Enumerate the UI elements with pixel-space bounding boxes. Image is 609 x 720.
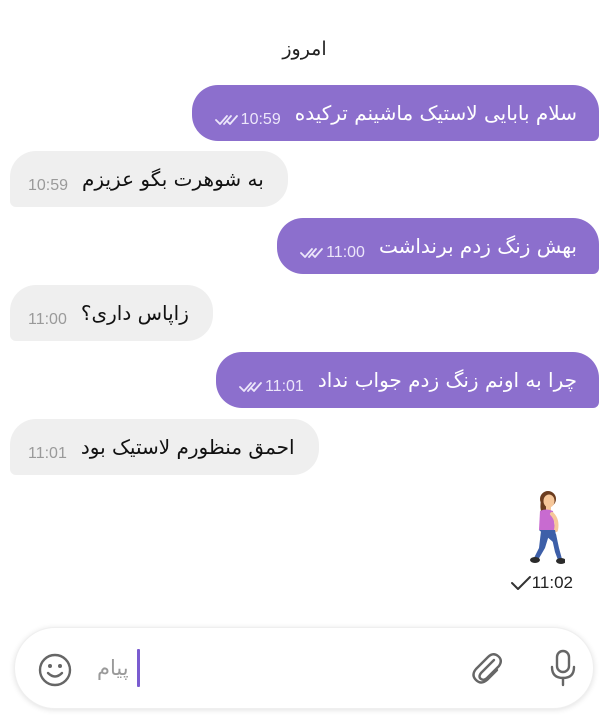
message-text: سلام بابایی لاستیک ماشینم ترکیده [294, 101, 577, 125]
smiley-icon[interactable] [37, 652, 73, 688]
double-check-icon [214, 115, 238, 125]
message-time: 11:02 [531, 573, 573, 592]
message-time: 10:59 [240, 111, 281, 128]
microphone-icon[interactable] [549, 648, 577, 688]
message-time: 11:00 [326, 244, 365, 261]
message-meta: 10:59 [28, 177, 68, 195]
message-incoming[interactable]: زاپاس داری؟ 11:00 [10, 285, 213, 341]
message-incoming[interactable]: احمق منظورم لاستیک بود 11:01 [10, 419, 319, 475]
message-outgoing[interactable]: بهش زنگ زدم برنداشت 11:00 [277, 218, 599, 274]
message-text: احمق منظورم لاستیک بود [80, 435, 295, 459]
message-text: به شوهرت بگو عزیزم [82, 167, 264, 191]
message-time: 11:01 [28, 445, 67, 462]
message-text: زاپاس داری؟ [80, 301, 189, 325]
date-separator: امروز [282, 38, 327, 60]
message-text: چرا به اونم زنگ زدم جواب نداد [317, 368, 577, 392]
message-outgoing[interactable]: سلام بابایی لاستیک ماشینم ترکیده 10:59 [191, 85, 599, 141]
message-meta: 11:00 [295, 244, 365, 262]
message-incoming[interactable]: به شوهرت بگو عزیزم 10:59 [10, 151, 288, 207]
message-meta: 11:01 [234, 378, 304, 396]
message-input[interactable]: پیام [97, 648, 447, 688]
message-outgoing[interactable]: چرا به اونم زنگ زدم جواب نداد 11:01 [215, 352, 599, 408]
message-input-placeholder: پیام [97, 656, 129, 680]
message-time: 10:59 [28, 177, 69, 194]
message-composer: پیام [14, 627, 594, 709]
message-meta: 11:00 [28, 311, 67, 329]
message-meta: 10:59 [210, 111, 281, 129]
message-time: 11:00 [28, 311, 67, 328]
emoji-message-meta: 11:02 [500, 573, 573, 593]
paperclip-icon[interactable] [467, 648, 507, 688]
message-time: 11:01 [264, 378, 304, 395]
double-check-icon [300, 248, 323, 258]
text-cursor [136, 649, 140, 687]
message-meta: 11:01 [28, 445, 67, 463]
woman-walking-emoji[interactable] [525, 490, 565, 568]
message-text: بهش زنگ زدم برنداشت [378, 234, 577, 258]
single-check-icon [510, 576, 531, 590]
double-check-icon [239, 382, 262, 392]
